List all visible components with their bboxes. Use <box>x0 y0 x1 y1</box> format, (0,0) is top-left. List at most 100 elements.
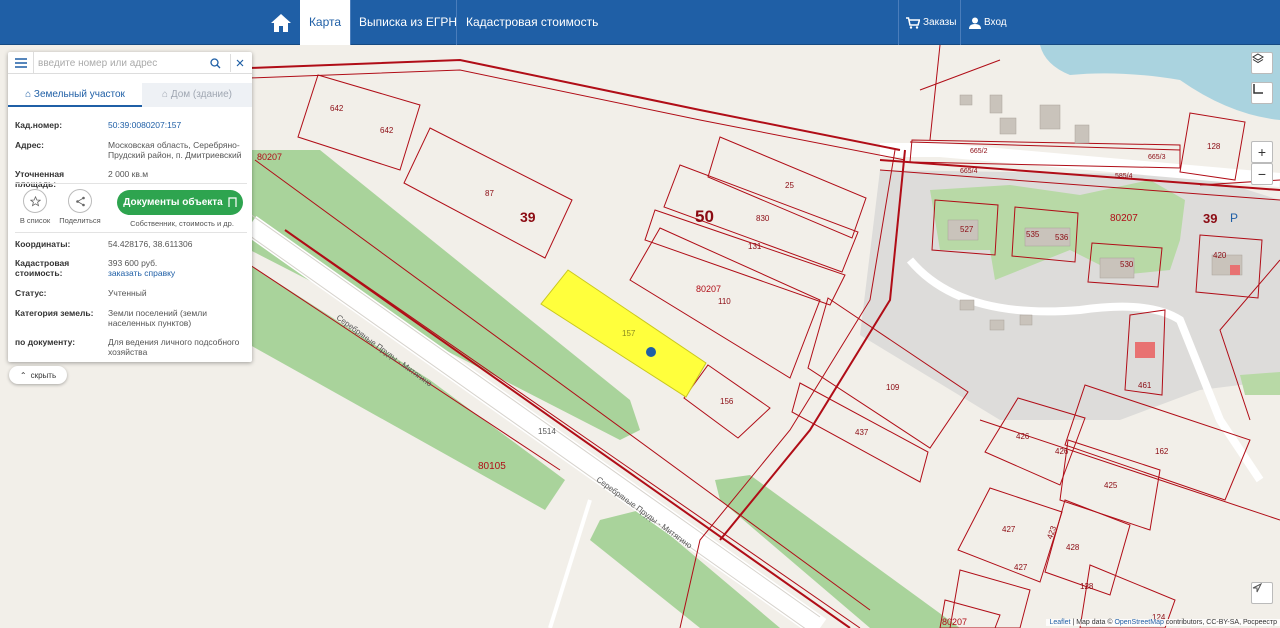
login-label: Вход <box>984 17 1007 28</box>
tab-egrn-extract[interactable]: Выписка из ЕГРН <box>359 0 457 45</box>
zoom-in-button[interactable]: + <box>1251 141 1273 163</box>
login-button[interactable]: Вход <box>969 0 1007 45</box>
parcel-number: 110 <box>718 297 731 306</box>
tab-building-label: Дом (здание) <box>170 89 233 100</box>
tab-building[interactable]: ⌂ Дом (здание) <box>142 83 252 107</box>
document-icon <box>228 197 237 207</box>
parcel-number: 437 <box>855 428 869 437</box>
cad-number-value[interactable]: 50:39:0080207:157 <box>108 120 246 130</box>
coordinates-value: 54.428176, 38.611306 <box>108 239 193 249</box>
locate-button[interactable] <box>1251 582 1273 604</box>
parcel-number: 642 <box>330 104 344 113</box>
tab-land-plot[interactable]: ⌂ Земельный участок <box>8 83 142 107</box>
parcel-number: 128 <box>1080 582 1094 591</box>
quarter-label: 80105 <box>478 461 506 472</box>
info-panel: ⌂ Земельный участок ⌂ Дом (здание) Кад.н… <box>8 52 252 362</box>
object-tabs: ⌂ Земельный участок ⌂ Дом (здание) <box>8 83 252 107</box>
parcel-number: 461 <box>1138 381 1152 390</box>
osm-link[interactable]: OpenStreetMap <box>1114 619 1163 626</box>
parcel-number: 420 <box>1213 251 1227 260</box>
status-label: Статус: <box>15 288 47 298</box>
parcel-number: 665/4 <box>960 168 978 175</box>
land-plot-icon: ⌂ <box>25 89 34 100</box>
parcel-number: 109 <box>886 383 900 392</box>
parcel-number: 527 <box>960 225 974 234</box>
parcel-number: 25 <box>785 181 794 190</box>
tab-land-plot-label: Земельный участок <box>33 89 125 100</box>
parcel-number: 536 <box>1055 233 1069 242</box>
menu-button[interactable] <box>8 52 34 74</box>
parcel-number: 427 <box>1014 563 1028 572</box>
parcel-number: 535 <box>1026 230 1040 239</box>
nav-divider <box>898 0 899 45</box>
star-icon <box>29 195 41 206</box>
divider <box>15 232 247 233</box>
parcel-number: 428 <box>1066 543 1080 552</box>
orders-button[interactable]: Заказы <box>906 0 956 45</box>
top-navigation-bar: Карта Выписка из ЕГРН Кадастровая стоимо… <box>0 0 1280 45</box>
search-bar <box>8 52 252 74</box>
order-certificate-link[interactable]: заказать справку <box>108 268 246 278</box>
land-category-label: Категория земель: <box>15 308 94 318</box>
parking-label: P <box>1230 211 1239 225</box>
parcel-number: 423 <box>1045 524 1059 541</box>
parcel-number: 426 <box>1016 432 1030 441</box>
object-documents-label: Документы объекта <box>123 197 223 208</box>
cart-icon <box>906 16 920 29</box>
map-attribution: Leaflet | Map data © OpenStreetMap contr… <box>1046 619 1280 626</box>
user-icon <box>969 17 981 29</box>
object-documents-subtitle: Собственник, стоимость и др. <box>130 219 234 228</box>
tab-map[interactable]: Карта <box>300 0 350 45</box>
add-to-list-label: В список <box>19 216 51 225</box>
hide-panel-button[interactable]: ⌃ скрыть <box>9 366 67 384</box>
parcel-number: 425 <box>1104 481 1118 490</box>
parcel-number: 642 <box>380 126 394 135</box>
parcel-number: 157 <box>622 329 636 338</box>
permitted-use-value: Для ведения личного подсобного хозяйства <box>108 337 240 357</box>
road-label: Серебряные Пруды - Митягино <box>594 475 694 551</box>
share-label: Поделиться <box>59 216 101 225</box>
leaflet-link[interactable]: Leaflet <box>1049 619 1070 626</box>
tab-cadastral-cost[interactable]: Кадастровая стоимость <box>466 0 598 45</box>
orders-label: Заказы <box>923 17 957 28</box>
parcel-number: 530 <box>1120 260 1134 269</box>
parcel-number: 585/4 <box>1115 173 1133 180</box>
share-button[interactable]: Поделиться <box>55 189 105 225</box>
layers-button[interactable] <box>1251 52 1273 74</box>
search-icon <box>209 57 220 68</box>
hamburger-icon <box>14 58 27 68</box>
measure-button[interactable] <box>1251 82 1273 104</box>
cadastral-cost-label: Кадастровая стоимость: <box>15 258 70 278</box>
zoom-out-button[interactable]: − <box>1251 163 1273 185</box>
permitted-use-label: по документу: <box>15 337 76 347</box>
add-to-list-button[interactable]: В список <box>10 189 60 225</box>
parcel-number: 427 <box>1002 525 1016 534</box>
search-button[interactable] <box>206 54 224 72</box>
divider <box>15 183 247 184</box>
parcel-number: 156 <box>720 397 734 406</box>
home-icon <box>271 13 291 32</box>
coordinates-label: Координаты: <box>15 239 71 249</box>
parcel-number: 128 <box>1207 142 1221 151</box>
collapse-icon: ⌃ <box>19 370 27 380</box>
area-label: Уточненная площадь: <box>15 169 65 189</box>
parcel-number: 131 <box>748 242 762 251</box>
quarter-label: 80207 <box>257 152 283 162</box>
quarter-label: 80207 <box>1110 213 1138 224</box>
cad-number-label: Кад.номер: <box>15 120 63 130</box>
layers-icon <box>1252 53 1264 64</box>
object-documents-button[interactable]: Документы объекта <box>117 190 243 215</box>
ruler-icon <box>1253 84 1263 94</box>
hide-panel-label: скрыть <box>30 370 57 380</box>
land-category-value: Земли поселений (земли населенных пункто… <box>108 308 207 328</box>
parcel-number: 162 <box>1155 447 1169 456</box>
close-button[interactable] <box>230 54 248 72</box>
parcel-number: 830 <box>756 214 770 223</box>
district-label: 39 <box>1203 211 1218 226</box>
arrow-icon <box>1252 583 1262 593</box>
district-label: 39 <box>520 209 536 225</box>
home-button[interactable] <box>262 0 300 45</box>
search-input[interactable] <box>38 55 204 71</box>
region-label: 50 <box>695 207 714 226</box>
nav-divider <box>960 0 961 45</box>
